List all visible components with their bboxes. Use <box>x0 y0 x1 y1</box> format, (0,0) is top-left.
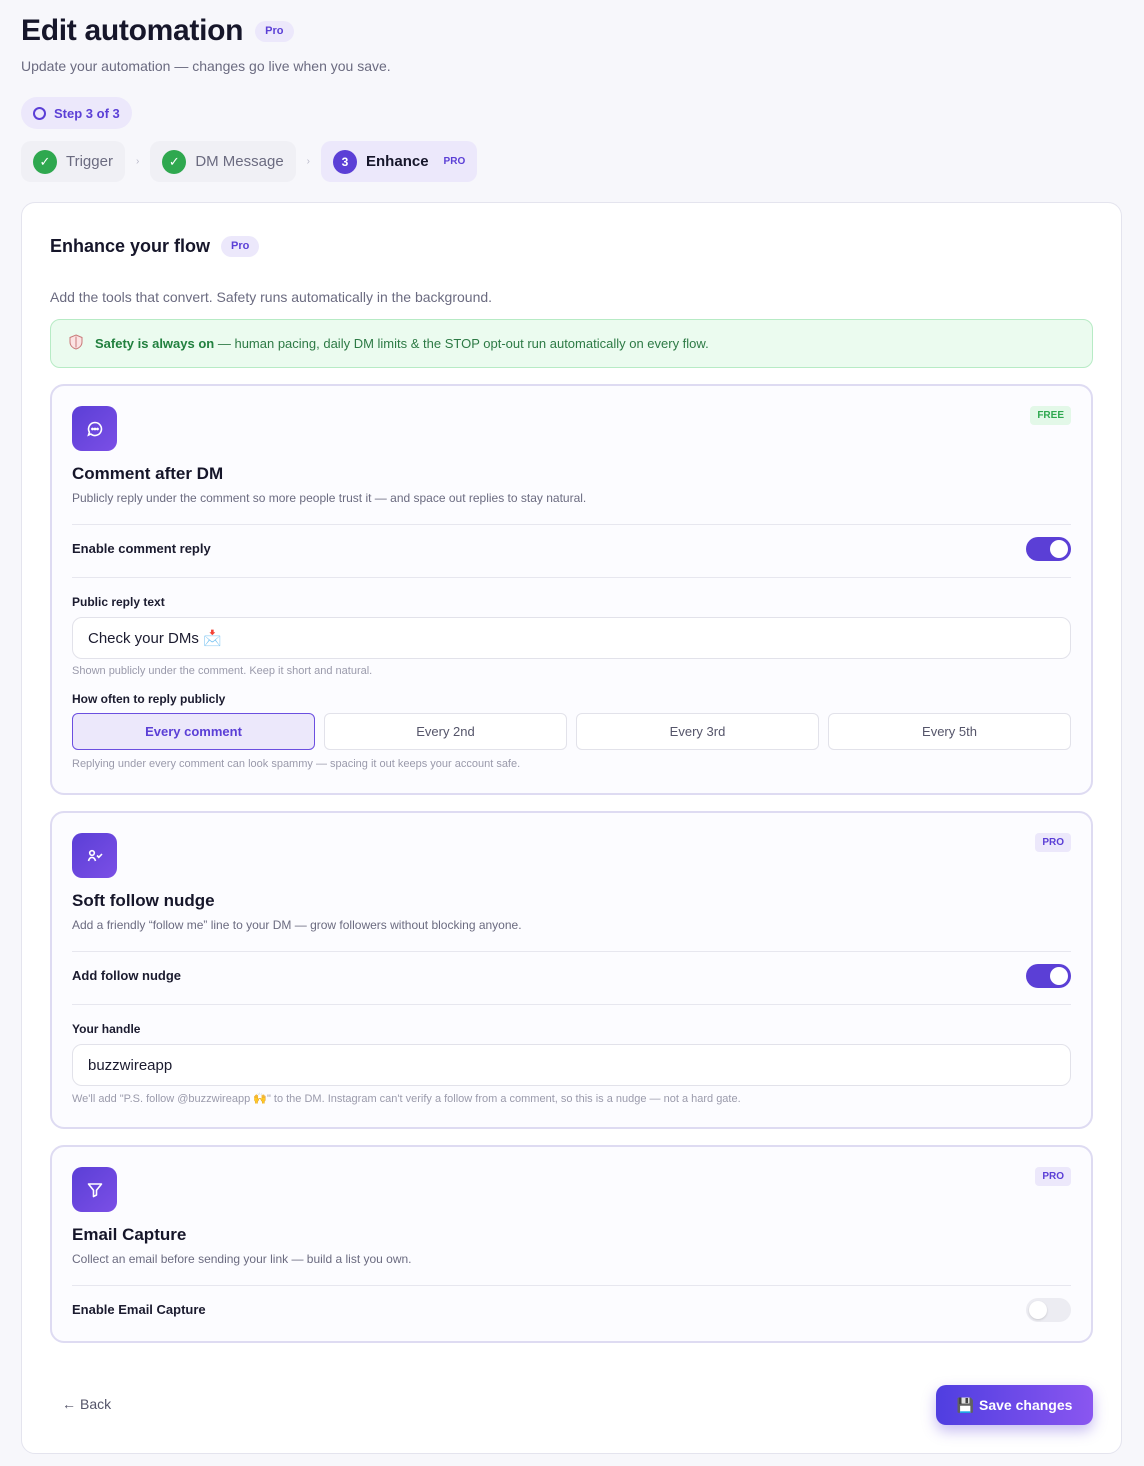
divider <box>72 1285 1071 1286</box>
divider <box>72 524 1071 525</box>
comment-reply-toggle-label: Enable comment reply <box>72 541 211 556</box>
safety-text: Safety is always on — human pacing, dail… <box>95 336 709 351</box>
follow-nudge-toggle[interactable] <box>1026 964 1071 988</box>
shield-icon <box>69 334 83 353</box>
step-indicator-label: Step 3 of 3 <box>54 105 120 121</box>
panel-title: Enhance your flow <box>50 236 211 256</box>
handle-hint: We'll add "P.S. follow @buzzwireapp 🙌" t… <box>72 1093 741 1105</box>
frequency-option-every-comment[interactable]: Every comment <box>72 713 315 750</box>
card-title: Soft follow nudge <box>72 891 215 910</box>
step-label: Enhance <box>366 153 429 170</box>
progress-ring-icon <box>33 106 46 120</box>
follow-nudge-toggle-label: Add follow nudge <box>72 968 182 983</box>
toggle-knob <box>1050 540 1068 558</box>
page-title: Edit automation <box>21 14 244 47</box>
card-title: Comment after DM <box>72 464 224 483</box>
check-icon: ✓ <box>33 149 57 174</box>
panel-description: Add the tools that convert. Safety runs … <box>50 289 493 305</box>
back-button[interactable]: ← Back <box>62 1396 111 1412</box>
free-badge: FREE <box>1030 406 1071 425</box>
toggle-knob <box>1050 967 1068 985</box>
frequency-selector: Every comment Every 2nd Every 3rd Every … <box>72 713 1071 750</box>
card-description: Publicly reply under the comment so more… <box>72 491 587 505</box>
step-indicator: Step 3 of 3 <box>21 97 132 129</box>
divider <box>72 951 1071 952</box>
email-capture-card: PRO Email Capture Collect an email befor… <box>50 1145 1093 1343</box>
comment-reply-toggle[interactable] <box>1026 537 1071 561</box>
email-capture-toggle[interactable] <box>1026 1298 1071 1322</box>
pro-badge: PRO <box>1035 833 1071 852</box>
save-changes-button[interactable]: 💾 Save changes <box>936 1385 1093 1425</box>
panel-pro-badge: Pro <box>221 236 260 257</box>
page-header: Edit automation Pro Update your automati… <box>21 14 391 74</box>
title-pro-badge: Pro <box>255 20 294 42</box>
reply-text-input[interactable] <box>72 617 1071 659</box>
step-number: 3 <box>333 149 358 174</box>
frequency-option-every-3rd[interactable]: Every 3rd <box>576 713 819 750</box>
email-capture-toggle-label: Enable Email Capture <box>72 1302 206 1317</box>
panel-title-row: Enhance your flow Pro <box>50 236 260 257</box>
safety-bold: Safety is always on <box>95 336 215 351</box>
soft-follow-nudge-card: PRO Soft follow nudge Add a friendly “fo… <box>50 811 1093 1129</box>
reply-text-label: Public reply text <box>72 595 165 609</box>
card-description: Collect an email before sending your lin… <box>72 1252 412 1266</box>
step-trigger[interactable]: ✓ Trigger <box>21 141 125 182</box>
enhance-panel: Enhance your flow Pro Add the tools that… <box>21 202 1122 1454</box>
step-label: DM Message <box>195 153 284 170</box>
chevron-right-icon: › <box>135 156 140 167</box>
pro-badge: PRO <box>1035 1167 1071 1186</box>
chevron-right-icon: › <box>306 156 311 167</box>
safety-detail: — human pacing, daily DM limits & the ST… <box>214 336 709 351</box>
toggle-knob <box>1029 1301 1047 1319</box>
comment-after-dm-card: FREE Comment after DM Publicly reply und… <box>50 384 1093 795</box>
back-label: Back <box>80 1396 112 1412</box>
step-label: Trigger <box>66 153 113 170</box>
frequency-option-every-2nd[interactable]: Every 2nd <box>324 713 567 750</box>
divider <box>72 577 1071 578</box>
stepper: ✓ Trigger › ✓ DM Message › 3 Enhance PRO <box>21 141 478 182</box>
frequency-hint: Replying under every comment can look sp… <box>72 758 521 770</box>
handle-input[interactable] <box>72 1044 1071 1086</box>
save-label: Save changes <box>979 1397 1073 1413</box>
check-icon: ✓ <box>162 149 187 174</box>
save-icon: 💾 <box>956 1396 975 1413</box>
page-subtitle: Update your automation — changes go live… <box>21 58 391 74</box>
frequency-option-every-5th[interactable]: Every 5th <box>828 713 1071 750</box>
frequency-label: How often to reply publicly <box>72 692 226 706</box>
reply-text-hint: Shown publicly under the comment. Keep i… <box>72 665 373 677</box>
step-enhance[interactable]: 3 Enhance PRO <box>321 141 478 182</box>
user-check-icon <box>72 833 117 878</box>
card-title: Email Capture <box>72 1225 187 1244</box>
divider <box>72 1004 1071 1005</box>
card-description: Add a friendly “follow me” line to your … <box>72 918 522 932</box>
filter-icon <box>72 1167 117 1212</box>
arrow-left-icon: ← <box>62 1396 76 1412</box>
chat-bubble-icon <box>72 406 117 451</box>
step-pro-tag: PRO <box>443 156 466 167</box>
title-row: Edit automation Pro <box>21 14 391 48</box>
safety-banner: Safety is always on — human pacing, dail… <box>50 319 1093 368</box>
step-dm-message[interactable]: ✓ DM Message <box>150 141 296 182</box>
handle-label: Your handle <box>72 1022 141 1036</box>
